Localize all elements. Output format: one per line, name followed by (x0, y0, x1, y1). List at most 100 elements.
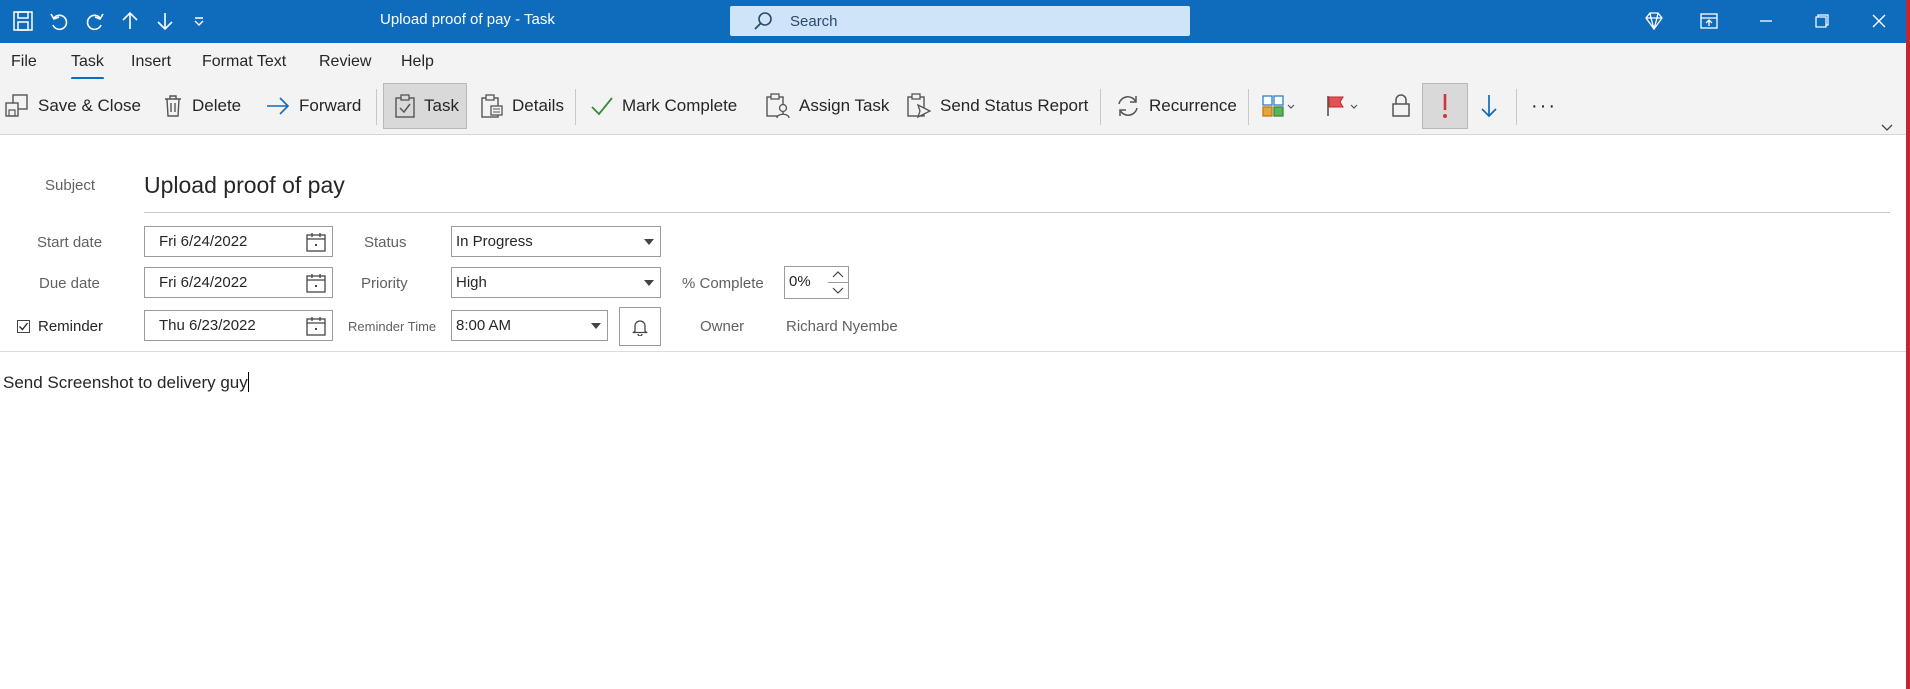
low-importance-button[interactable] (1478, 83, 1508, 129)
ribbon-separator (1248, 89, 1249, 125)
menu-bar: File Task Insert Format Text Review Help (0, 43, 1906, 80)
high-importance-icon (1443, 94, 1447, 118)
collapse-ribbon-icon[interactable] (1880, 120, 1894, 138)
window-border (1906, 0, 1910, 689)
assign-task-icon (766, 93, 790, 119)
title-bar: Upload proof of pay - Task Search (0, 0, 1910, 43)
recurrence-label: Recurrence (1149, 96, 1237, 115)
send-status-report-label: Send Status Report (940, 96, 1089, 115)
save-icon[interactable] (10, 8, 36, 34)
percent-stepper[interactable] (828, 266, 848, 299)
categorize-button[interactable] (1262, 83, 1308, 129)
mark-complete-button[interactable]: Mark Complete (590, 83, 737, 129)
assign-task-button[interactable]: Assign Task (765, 83, 889, 129)
mark-complete-label: Mark Complete (622, 96, 738, 115)
reminder-label: Reminder (38, 318, 104, 335)
save-close-button[interactable]: Save & Close (4, 83, 141, 129)
diamond-icon[interactable] (1640, 8, 1668, 34)
menu-insert[interactable]: Insert (131, 53, 171, 71)
ribbon-display-icon[interactable] (1695, 8, 1723, 34)
reminder-time-select[interactable]: 8:00 AM (451, 310, 608, 341)
checkmark-icon (591, 97, 613, 116)
customize-toolbar-icon[interactable] (186, 8, 212, 34)
subject-underline (144, 212, 1890, 213)
restore-icon[interactable] (1808, 8, 1836, 34)
owner-label: Owner (700, 318, 745, 335)
close-icon[interactable] (1865, 8, 1893, 34)
task-body-text: Send Screenshot to delivery guy (3, 373, 248, 392)
status-select[interactable]: In Progress (451, 226, 661, 257)
task-view-button[interactable]: Task (383, 83, 467, 129)
reminder-date-value: Thu 6/23/2022 (159, 317, 256, 334)
ribbon-separator (376, 89, 377, 125)
status-label: Status (364, 234, 407, 251)
menu-task[interactable]: Task (71, 53, 104, 71)
start-date-label: Start date (37, 234, 103, 251)
details-icon (481, 94, 503, 118)
menu-format-text[interactable]: Format Text (202, 53, 286, 71)
menu-review[interactable]: Review (319, 53, 371, 71)
task-view-label: Task (424, 96, 459, 115)
menu-help[interactable]: Help (401, 53, 434, 71)
subject-field[interactable]: Upload proof of pay (144, 172, 345, 199)
search-placeholder: Search (790, 13, 838, 30)
categorize-icon (1262, 95, 1295, 117)
save-close-icon (5, 94, 28, 117)
forward-label: Forward (299, 96, 362, 115)
status-value: In Progress (456, 233, 533, 250)
undo-icon[interactable] (46, 8, 72, 34)
due-date-field[interactable]: Fri 6/24/2022 (144, 267, 333, 298)
high-importance-button[interactable] (1422, 83, 1468, 129)
send-status-report-icon (907, 93, 932, 119)
forward-arrow-icon (267, 97, 290, 115)
ribbon-separator (1100, 89, 1101, 125)
flag-icon (1327, 96, 1358, 116)
search-box[interactable]: Search (730, 6, 1190, 36)
previous-item-icon[interactable] (117, 8, 143, 34)
body-divider (0, 351, 1906, 352)
start-date-value: Fri 6/24/2022 (159, 233, 248, 250)
menu-file[interactable]: File (11, 53, 37, 71)
due-date-value: Fri 6/24/2022 (159, 274, 248, 291)
more-options-button[interactable]: ··· (1531, 83, 1557, 129)
recurrence-button[interactable]: Recurrence (1115, 83, 1237, 129)
more-options-icon: ··· (1531, 94, 1557, 117)
start-date-field[interactable]: Fri 6/24/2022 (144, 226, 333, 257)
details-label: Details (512, 96, 564, 115)
priority-label: Priority (361, 275, 408, 292)
send-status-report-button[interactable]: Send Status Report (906, 83, 1088, 129)
trash-icon (165, 95, 181, 117)
window-title: Upload proof of pay - Task (380, 11, 555, 28)
details-button[interactable]: Details (480, 83, 564, 129)
chevron-down-icon (591, 323, 601, 329)
owner-value: Richard Nyembe (786, 318, 898, 335)
reminder-date-field[interactable]: Thu 6/23/2022 (144, 310, 333, 341)
reminder-time-label: Reminder Time (348, 319, 437, 334)
priority-value: High (456, 274, 487, 291)
private-button[interactable] (1390, 83, 1420, 129)
delete-label: Delete (192, 96, 242, 115)
calendar-icon[interactable] (306, 232, 326, 256)
reminder-sound-button[interactable] (619, 307, 661, 346)
calendar-icon[interactable] (306, 316, 326, 340)
forward-button[interactable]: Forward (265, 83, 361, 129)
delete-button[interactable]: Delete (162, 83, 241, 129)
lock-icon (1392, 94, 1410, 117)
reminder-time-value: 8:00 AM (456, 317, 512, 334)
percent-complete-value: 0% (789, 273, 811, 290)
ribbon-separator (575, 89, 576, 125)
chevron-down-icon (644, 280, 654, 286)
minimize-icon[interactable] (1752, 8, 1780, 34)
next-item-icon[interactable] (152, 8, 178, 34)
chevron-down-icon (644, 239, 654, 245)
task-body-editor[interactable]: Send Screenshot to delivery guy (3, 372, 249, 393)
bell-icon (632, 319, 648, 336)
redo-icon[interactable] (82, 8, 108, 34)
calendar-icon[interactable] (306, 273, 326, 297)
follow-up-flag-button[interactable] (1325, 83, 1371, 129)
search-icon (752, 10, 774, 37)
due-date-label: Due date (39, 275, 100, 292)
reminder-checkbox[interactable] (17, 320, 30, 333)
priority-select[interactable]: High (451, 267, 661, 298)
text-caret (247, 372, 249, 392)
